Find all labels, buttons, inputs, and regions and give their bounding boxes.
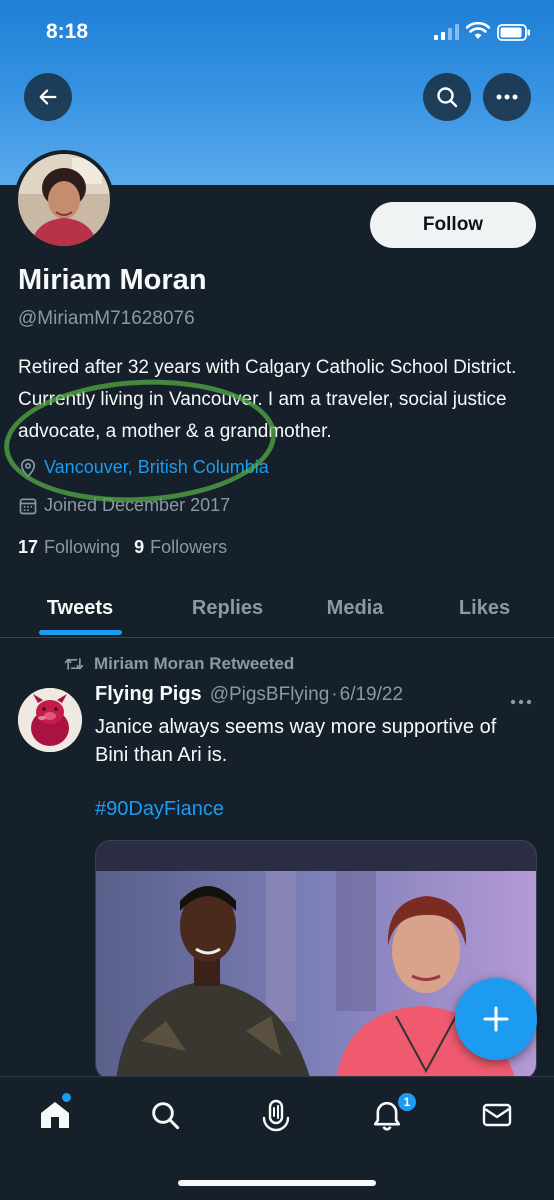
- home-icon: [41, 1102, 69, 1128]
- follow-button[interactable]: Follow: [370, 202, 536, 248]
- nav-search[interactable]: [145, 1095, 185, 1135]
- profile-photo: [18, 154, 110, 246]
- flying-pig-avatar-image: [18, 688, 82, 752]
- following-label: Following: [44, 537, 121, 557]
- calendar-icon: [19, 498, 37, 514]
- tweet-date[interactable]: 6/19/22: [340, 684, 403, 706]
- search-button[interactable]: [423, 73, 471, 121]
- location-pin-icon: [20, 458, 36, 478]
- profile-bio: Retired after 32 years with Calgary Cath…: [18, 357, 517, 442]
- tab-media[interactable]: Media: [295, 578, 415, 638]
- followers-count: 9: [134, 537, 145, 557]
- active-tab-indicator: [39, 630, 122, 635]
- tweet-author-handle[interactable]: @PigsBFlying: [210, 684, 330, 706]
- profile-name: Miriam Moran: [18, 264, 207, 296]
- compose-tweet-button[interactable]: [455, 978, 537, 1060]
- tweet-header: Flying Pigs @PigsBFlying · 6/19/22: [95, 683, 403, 706]
- plus-icon: [483, 1006, 509, 1032]
- spaces-microphone-icon: [262, 1099, 290, 1132]
- profile-tabs: Tweets Replies Media Likes: [0, 578, 554, 638]
- followers-link[interactable]: 9 Followers: [134, 537, 227, 558]
- profile-handle: @MiriamM71628076: [18, 308, 195, 329]
- status-bar: 8:18: [0, 0, 554, 66]
- home-indicator: [178, 1180, 376, 1186]
- search-icon: [437, 87, 458, 108]
- more-horizontal-icon: [496, 94, 518, 100]
- followers-label: Followers: [150, 537, 228, 557]
- battery-icon: [497, 24, 530, 41]
- envelope-icon: [482, 1103, 512, 1127]
- tweet-text: Janice always seems way more supportive …: [95, 716, 497, 766]
- more-horizontal-icon: [510, 699, 532, 705]
- tweet-more-button[interactable]: [510, 688, 532, 711]
- nav-messages[interactable]: [477, 1095, 517, 1135]
- profile-avatar[interactable]: [14, 150, 114, 250]
- home-notification-dot: [62, 1093, 71, 1102]
- following-count: 17: [18, 537, 39, 557]
- wifi-icon: [466, 22, 490, 39]
- cellular-signal-icon: [434, 24, 459, 40]
- arrow-left-icon: [39, 89, 57, 105]
- tweet-author-name[interactable]: Flying Pigs: [95, 683, 202, 706]
- profile-joined: Joined December 2017: [18, 495, 230, 516]
- follow-counts: 17 Following 9 Followers: [18, 537, 241, 558]
- tweet-hashtag[interactable]: #90DayFiance: [95, 798, 224, 821]
- status-time: 8:18: [46, 20, 89, 43]
- more-options-button[interactable]: [483, 73, 531, 121]
- nav-spaces[interactable]: [256, 1095, 296, 1135]
- tab-replies[interactable]: Replies: [160, 578, 295, 638]
- joined-date: Joined December 2017: [44, 495, 231, 515]
- back-button[interactable]: [24, 73, 72, 121]
- retweet-context-text[interactable]: Miriam Moran Retweeted: [94, 654, 294, 674]
- profile-location: Vancouver, British Columbia: [18, 457, 269, 478]
- notification-badge: 1: [396, 1091, 418, 1113]
- tweet-separator: ·: [331, 684, 338, 705]
- tweet-author-avatar[interactable]: [18, 688, 82, 752]
- tab-tweets[interactable]: Tweets: [0, 578, 160, 638]
- search-icon: [152, 1102, 180, 1130]
- following-link[interactable]: 17 Following: [18, 537, 120, 558]
- tab-likes[interactable]: Likes: [415, 578, 554, 638]
- retweet-icon: [64, 658, 84, 670]
- location-link[interactable]: Vancouver, British Columbia: [44, 457, 269, 478]
- retweet-context: Miriam Moran Retweeted: [64, 654, 294, 674]
